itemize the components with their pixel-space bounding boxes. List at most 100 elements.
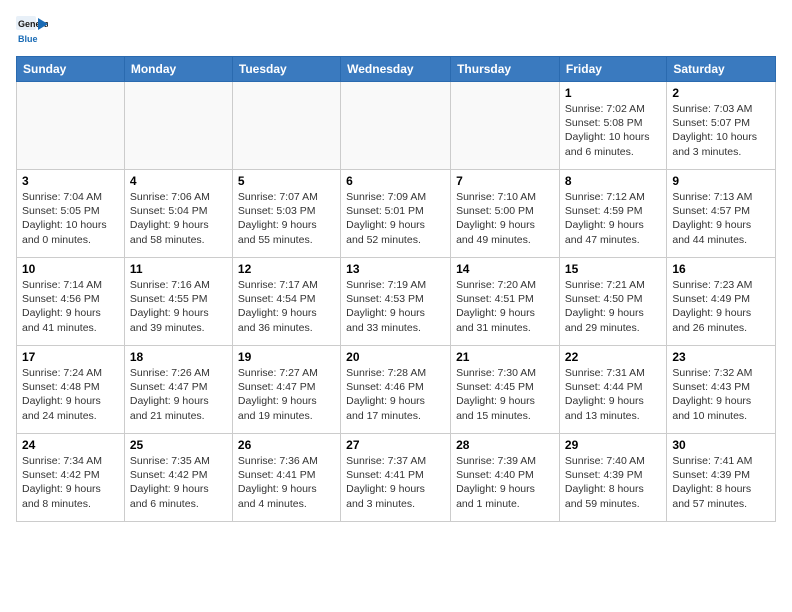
calendar-cell: 17 Sunrise: 7:24 AM Sunset: 4:48 PM Dayli… — [17, 346, 125, 434]
day-number: 19 — [238, 350, 335, 364]
logo: General Blue — [16, 16, 48, 48]
calendar-cell — [232, 82, 340, 170]
day-number: 27 — [346, 438, 445, 452]
calendar-cell: 19 Sunrise: 7:27 AM Sunset: 4:47 PM Dayli… — [232, 346, 340, 434]
calendar-table: SundayMondayTuesdayWednesdayThursdayFrid… — [16, 56, 776, 522]
day-number: 20 — [346, 350, 445, 364]
day-info: Sunrise: 7:07 AM Sunset: 5:03 PM Dayligh… — [238, 190, 335, 247]
calendar-body: 1 Sunrise: 7:02 AM Sunset: 5:08 PM Daylig… — [17, 82, 776, 522]
day-info: Sunrise: 7:27 AM Sunset: 4:47 PM Dayligh… — [238, 366, 335, 423]
calendar-cell: 12Sunrise: 7:17 AM Sunset: 4:54 PM Dayli… — [232, 258, 340, 346]
calendar-cell: 11Sunrise: 7:16 AM Sunset: 4:55 PM Dayli… — [124, 258, 232, 346]
day-number: 8 — [565, 174, 661, 188]
calendar-cell: 25 Sunrise: 7:35 AM Sunset: 4:42 PM Dayli… — [124, 434, 232, 522]
day-info: Sunrise: 7:34 AM Sunset: 4:42 PM Dayligh… — [22, 454, 119, 511]
day-info: Sunrise: 7:28 AM Sunset: 4:46 PM Dayligh… — [346, 366, 445, 423]
day-number: 10 — [22, 262, 119, 276]
day-number: 15 — [565, 262, 661, 276]
day-info: Sunrise: 7:37 AM Sunset: 4:41 PM Dayligh… — [346, 454, 445, 511]
day-number: 22 — [565, 350, 661, 364]
calendar-week-row: 17 Sunrise: 7:24 AM Sunset: 4:48 PM Dayli… — [17, 346, 776, 434]
calendar-header: SundayMondayTuesdayWednesdayThursdayFrid… — [17, 57, 776, 82]
logo-icon: General Blue — [16, 16, 48, 48]
day-info: Sunrise: 7:26 AM Sunset: 4:47 PM Dayligh… — [130, 366, 227, 423]
calendar-week-row: 24Sunrise: 7:34 AM Sunset: 4:42 PM Dayli… — [17, 434, 776, 522]
calendar-cell: 7 Sunrise: 7:10 AM Sunset: 5:00 PM Daylig… — [451, 170, 560, 258]
calendar-cell: 29 Sunrise: 7:40 AM Sunset: 4:39 PM Dayli… — [559, 434, 666, 522]
weekday-header: Thursday — [451, 57, 560, 82]
svg-text:Blue: Blue — [18, 34, 38, 44]
calendar-cell: 15 Sunrise: 7:21 AM Sunset: 4:50 PM Dayli… — [559, 258, 666, 346]
day-info: Sunrise: 7:39 AM Sunset: 4:40 PM Dayligh… — [456, 454, 554, 511]
calendar-cell: 5 Sunrise: 7:07 AM Sunset: 5:03 PM Daylig… — [232, 170, 340, 258]
day-number: 12 — [238, 262, 335, 276]
day-info: Sunrise: 7:03 AM Sunset: 5:07 PM Dayligh… — [672, 102, 770, 159]
day-info: Sunrise: 7:40 AM Sunset: 4:39 PM Dayligh… — [565, 454, 661, 511]
day-info: Sunrise: 7:10 AM Sunset: 5:00 PM Dayligh… — [456, 190, 554, 247]
calendar-cell: 26 Sunrise: 7:36 AM Sunset: 4:41 PM Dayli… — [232, 434, 340, 522]
day-number: 18 — [130, 350, 227, 364]
day-number: 26 — [238, 438, 335, 452]
calendar-cell: 24Sunrise: 7:34 AM Sunset: 4:42 PM Dayli… — [17, 434, 125, 522]
day-number: 29 — [565, 438, 661, 452]
weekday-header: Saturday — [667, 57, 776, 82]
day-number: 13 — [346, 262, 445, 276]
calendar-cell: 30 Sunrise: 7:41 AM Sunset: 4:39 PM Dayli… — [667, 434, 776, 522]
day-number: 23 — [672, 350, 770, 364]
day-info: Sunrise: 7:16 AM Sunset: 4:55 PM Dayligh… — [130, 278, 227, 335]
calendar-cell: 2 Sunrise: 7:03 AM Sunset: 5:07 PM Daylig… — [667, 82, 776, 170]
day-number: 4 — [130, 174, 227, 188]
day-info: Sunrise: 7:06 AM Sunset: 5:04 PM Dayligh… — [130, 190, 227, 247]
calendar-cell: 9 Sunrise: 7:13 AM Sunset: 4:57 PM Daylig… — [667, 170, 776, 258]
day-number: 17 — [22, 350, 119, 364]
day-number: 7 — [456, 174, 554, 188]
calendar-cell — [341, 82, 451, 170]
day-info: Sunrise: 7:13 AM Sunset: 4:57 PM Dayligh… — [672, 190, 770, 247]
day-number: 1 — [565, 86, 661, 100]
day-number: 14 — [456, 262, 554, 276]
day-number: 28 — [456, 438, 554, 452]
calendar-cell: 13 Sunrise: 7:19 AM Sunset: 4:53 PM Dayli… — [341, 258, 451, 346]
day-info: Sunrise: 7:32 AM Sunset: 4:43 PM Dayligh… — [672, 366, 770, 423]
day-info: Sunrise: 7:19 AM Sunset: 4:53 PM Dayligh… — [346, 278, 445, 335]
day-info: Sunrise: 7:21 AM Sunset: 4:50 PM Dayligh… — [565, 278, 661, 335]
calendar-cell: 21 Sunrise: 7:30 AM Sunset: 4:45 PM Dayli… — [451, 346, 560, 434]
calendar-cell: 16 Sunrise: 7:23 AM Sunset: 4:49 PM Dayli… — [667, 258, 776, 346]
calendar-cell: 22Sunrise: 7:31 AM Sunset: 4:44 PM Dayli… — [559, 346, 666, 434]
day-number: 5 — [238, 174, 335, 188]
day-info: Sunrise: 7:41 AM Sunset: 4:39 PM Dayligh… — [672, 454, 770, 511]
day-number: 6 — [346, 174, 445, 188]
day-number: 30 — [672, 438, 770, 452]
day-info: Sunrise: 7:24 AM Sunset: 4:48 PM Dayligh… — [22, 366, 119, 423]
day-number: 2 — [672, 86, 770, 100]
day-number: 9 — [672, 174, 770, 188]
calendar-cell: 3 Sunrise: 7:04 AM Sunset: 5:05 PM Daylig… — [17, 170, 125, 258]
day-info: Sunrise: 7:20 AM Sunset: 4:51 PM Dayligh… — [456, 278, 554, 335]
calendar-week-row: 3 Sunrise: 7:04 AM Sunset: 5:05 PM Daylig… — [17, 170, 776, 258]
day-info: Sunrise: 7:09 AM Sunset: 5:01 PM Dayligh… — [346, 190, 445, 247]
day-info: Sunrise: 7:02 AM Sunset: 5:08 PM Dayligh… — [565, 102, 661, 159]
day-info: Sunrise: 7:30 AM Sunset: 4:45 PM Dayligh… — [456, 366, 554, 423]
weekday-header: Wednesday — [341, 57, 451, 82]
day-info: Sunrise: 7:36 AM Sunset: 4:41 PM Dayligh… — [238, 454, 335, 511]
calendar-cell: 1 Sunrise: 7:02 AM Sunset: 5:08 PM Daylig… — [559, 82, 666, 170]
day-number: 16 — [672, 262, 770, 276]
day-number: 21 — [456, 350, 554, 364]
day-number: 25 — [130, 438, 227, 452]
page-header: General Blue — [16, 16, 776, 48]
day-info: Sunrise: 7:04 AM Sunset: 5:05 PM Dayligh… — [22, 190, 119, 247]
calendar-cell: 10Sunrise: 7:14 AM Sunset: 4:56 PM Dayli… — [17, 258, 125, 346]
day-number: 3 — [22, 174, 119, 188]
calendar-cell: 4 Sunrise: 7:06 AM Sunset: 5:04 PM Daylig… — [124, 170, 232, 258]
calendar-cell: 20 Sunrise: 7:28 AM Sunset: 4:46 PM Dayli… — [341, 346, 451, 434]
calendar-cell: 18 Sunrise: 7:26 AM Sunset: 4:47 PM Dayli… — [124, 346, 232, 434]
day-info: Sunrise: 7:23 AM Sunset: 4:49 PM Dayligh… — [672, 278, 770, 335]
day-info: Sunrise: 7:12 AM Sunset: 4:59 PM Dayligh… — [565, 190, 661, 247]
calendar-cell — [17, 82, 125, 170]
weekday-header: Tuesday — [232, 57, 340, 82]
calendar-cell — [124, 82, 232, 170]
weekday-header: Friday — [559, 57, 666, 82]
day-info: Sunrise: 7:35 AM Sunset: 4:42 PM Dayligh… — [130, 454, 227, 511]
weekday-header-row: SundayMondayTuesdayWednesdayThursdayFrid… — [17, 57, 776, 82]
calendar-cell: 6 Sunrise: 7:09 AM Sunset: 5:01 PM Daylig… — [341, 170, 451, 258]
